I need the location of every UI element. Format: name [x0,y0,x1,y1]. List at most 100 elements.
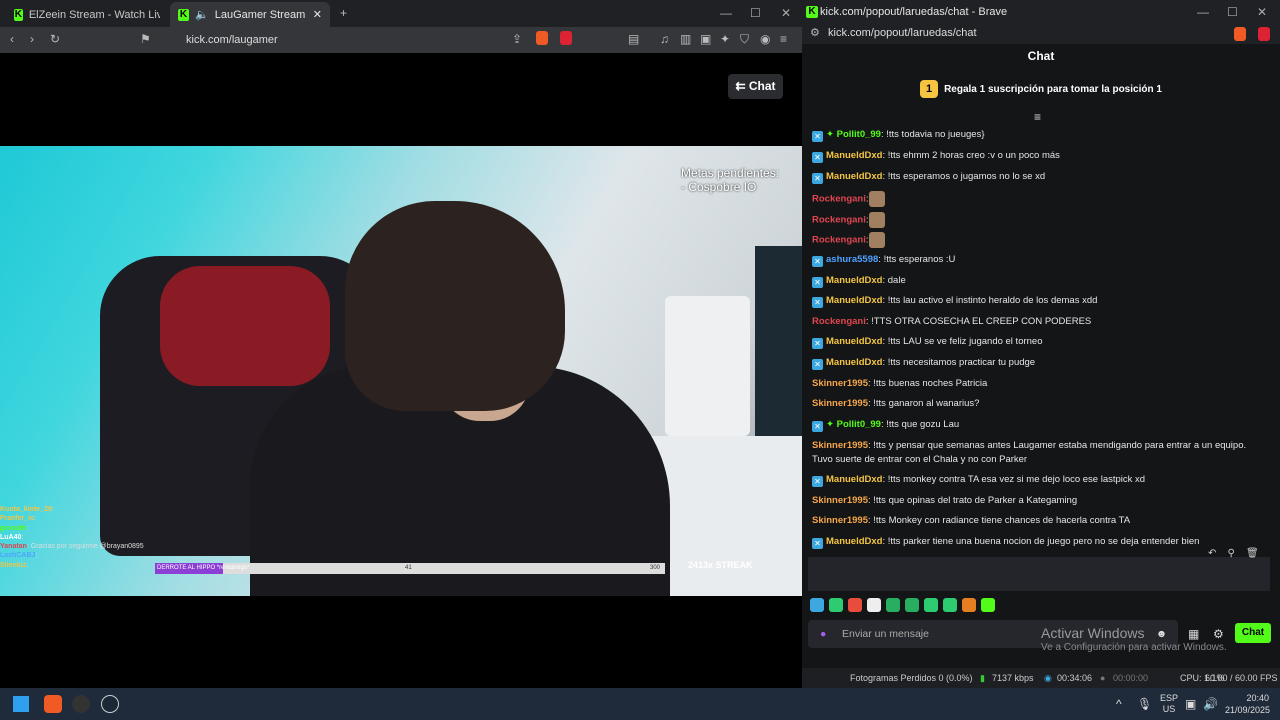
chat-username[interactable]: Skinner1995 [812,495,868,506]
brave-taskbar-icon[interactable] [44,695,62,713]
brave-rewards-icon[interactable] [1258,27,1270,41]
share-icon[interactable]: ⇪ [512,32,522,46]
chat-message[interactable]: ✕ ManueldDxd: !tts monkey contra TA esa v… [812,473,1267,487]
reader-icon[interactable]: ▤ [628,32,639,46]
brave-shields-icon[interactable] [536,31,548,45]
delete-icon[interactable]: 🗑 [1246,548,1259,559]
emote-icon[interactable] [924,597,938,612]
sidebar-icon[interactable]: ▥ [680,32,691,46]
clock[interactable]: 20:40 21/09/2025 [1225,692,1270,716]
chat-username[interactable]: Pollit0_99 [837,129,881,140]
emote-icon[interactable] [905,597,919,612]
chat-message[interactable]: Skinner1995: !tts Monkey con radiance ti… [812,514,1267,528]
gift-icon[interactable]: ▦ [1188,627,1199,641]
close-tab-icon[interactable]: ✕ [313,8,322,21]
chat-message[interactable]: Rockengani: [812,191,1267,207]
forward-icon[interactable]: › [30,32,34,46]
chat-message[interactable]: Skinner1995: !tts buenas noches Patricia [812,377,1267,391]
chat-message[interactable]: ✕ ManueldDxd: !tts esperamos o jugamos no… [812,170,1267,184]
emote-icon[interactable] [886,597,900,612]
windows-start-icon[interactable] [13,696,29,712]
emote-icon[interactable] [810,597,824,612]
emote-icon[interactable] [867,597,881,612]
close-window-icon[interactable]: ✕ [781,6,791,20]
brave-shields-icon[interactable] [1234,27,1246,41]
settings-icon[interactable]: ⚙ [1213,627,1224,641]
chat-username[interactable]: Rockengani [812,235,866,246]
microphone-icon[interactable]: 🎙 [1137,697,1152,711]
emote-icon[interactable] [962,597,976,612]
chat-username[interactable]: Skinner1995 [812,440,868,451]
chat-message[interactable]: Skinner1995: !tts y pensar que semanas a… [812,439,1267,467]
chat-message[interactable]: ✕ ManueldDxd: !tts necesitamos practicar … [812,356,1267,370]
mic-icon[interactable]: ● [820,620,826,648]
chat-username[interactable]: Skinner1995 [812,515,868,526]
brave-rewards-icon[interactable] [560,31,572,45]
close-window-icon[interactable]: ✕ [1257,5,1267,19]
back-icon[interactable]: ‹ [10,32,14,46]
maximize-icon[interactable]: ☐ [750,6,761,20]
chat-username[interactable]: ManueldDxd [826,171,882,182]
tray-overflow-icon[interactable]: ^ [1116,697,1122,711]
chat-username[interactable]: ManueldDxd [826,357,882,368]
music-icon[interactable]: ♫ [660,32,669,46]
chat-username[interactable]: Rockengani [812,316,866,327]
chat-message[interactable]: ✕ ashura5598: !tts esperanos :U [812,253,1267,267]
language-indicator[interactable]: ESP US [1160,693,1178,715]
menu-icon[interactable]: ≡ [780,32,787,46]
minimize-icon[interactable]: — [720,6,732,20]
send-chat-button[interactable]: Chat [1235,623,1271,643]
chat-message[interactable]: Rockengani: [812,232,1267,248]
chat-username[interactable]: ManueldDxd [826,275,882,286]
chat-message[interactable]: ✕ ManueldDxd: !tts ehmm 2 horas creo :v o… [812,149,1267,163]
chat-message[interactable]: ✕ ✦ Pollit0_99: !tts que gozu Lau [812,418,1267,432]
pinned-banner[interactable]: 1 Regala 1 suscripción para tomar la posi… [802,72,1280,108]
filter-icon[interactable]: ≡ [1034,110,1041,124]
chat-message[interactable]: ✕ ManueldDxd: !tts LAU se ve feliz jugand… [812,335,1267,349]
chat-username[interactable]: ManueldDxd [826,295,882,306]
new-tab-icon[interactable]: + [340,6,347,20]
maximize-icon[interactable]: ☐ [1227,5,1238,19]
chat-username[interactable]: Rockengani [812,194,866,205]
tab-laugamer[interactable]: K 🔈 LauGamer Stream - Watch Li ✕ [170,2,330,27]
chat-message[interactable]: ✕ ManueldDxd: !tts lau activo el instinto… [812,294,1267,308]
chat-message[interactable]: ✕ ManueldDxd: dale [812,274,1267,288]
chat-username[interactable]: Skinner1995 [812,378,868,389]
obs-taskbar-icon[interactable] [72,695,90,713]
chat-username[interactable]: ManueldDxd [826,150,882,161]
wallet-icon[interactable]: ▣ [700,32,711,46]
tab-elzeein[interactable]: K ElZeein Stream - Watch Live on Kick [6,2,168,27]
pin-icon[interactable]: ⚲ [1228,548,1235,559]
bookmark-icon[interactable]: ⚑ [140,32,151,46]
chat-username[interactable]: Pollit0_99 [837,419,881,430]
chat-username[interactable]: ManueldDxd [826,336,882,347]
site-info-icon[interactable]: ⚙ [810,24,820,42]
leo-icon[interactable]: ✦ [720,32,730,46]
chat-username[interactable]: Skinner1995 [812,398,868,409]
chat-toggle-button[interactable]: ⇇ Chat [728,74,783,99]
minimize-icon[interactable]: — [1197,5,1209,19]
reply-icon[interactable]: ↶ [1208,548,1216,559]
extension-icon[interactable]: ◉ [760,32,770,46]
emote-icon[interactable] [943,597,957,612]
chat-username[interactable]: Rockengani [812,215,866,226]
emote-icon[interactable] [981,597,995,612]
chat-message[interactable]: Skinner1995: !tts que opinas del trato d… [812,494,1267,508]
network-icon[interactable]: ▣ [1185,697,1196,711]
chat-username[interactable]: ManueldDxd [826,474,882,485]
reload-icon[interactable]: ↻ [50,32,60,46]
chat-message-list[interactable]: ✕ ✦ Pollit0_99: !tts todavia no jueuges} ✕… [812,128,1272,593]
volume-icon[interactable]: 🔊 [1203,697,1218,711]
chat-username[interactable]: ashura5598 [826,254,878,265]
chat-message[interactable]: Rockengani: [812,212,1267,228]
emote-icon[interactable] [829,597,843,612]
chat-message[interactable]: ✕ ✦ Pollit0_99: !tts todavia no jueuges} [812,128,1267,142]
vpn-icon[interactable]: ⛉ [740,32,749,47]
steam-taskbar-icon[interactable] [101,695,119,713]
chat-message[interactable]: ✕ ManueldDxd: !tts parker tiene una buena… [812,535,1267,549]
chat-username[interactable]: ManueldDxd [826,536,882,547]
chat-message[interactable]: Rockengani: !TTS OTRA COSECHA EL CREEP C… [812,315,1267,329]
emote-icon[interactable] [848,597,862,612]
chat-message[interactable]: Skinner1995: !tts ganaron al wanarius? [812,397,1267,411]
popout-address-bar[interactable]: ⚙ kick.com/popout/laruedas/chat [802,24,1280,44]
